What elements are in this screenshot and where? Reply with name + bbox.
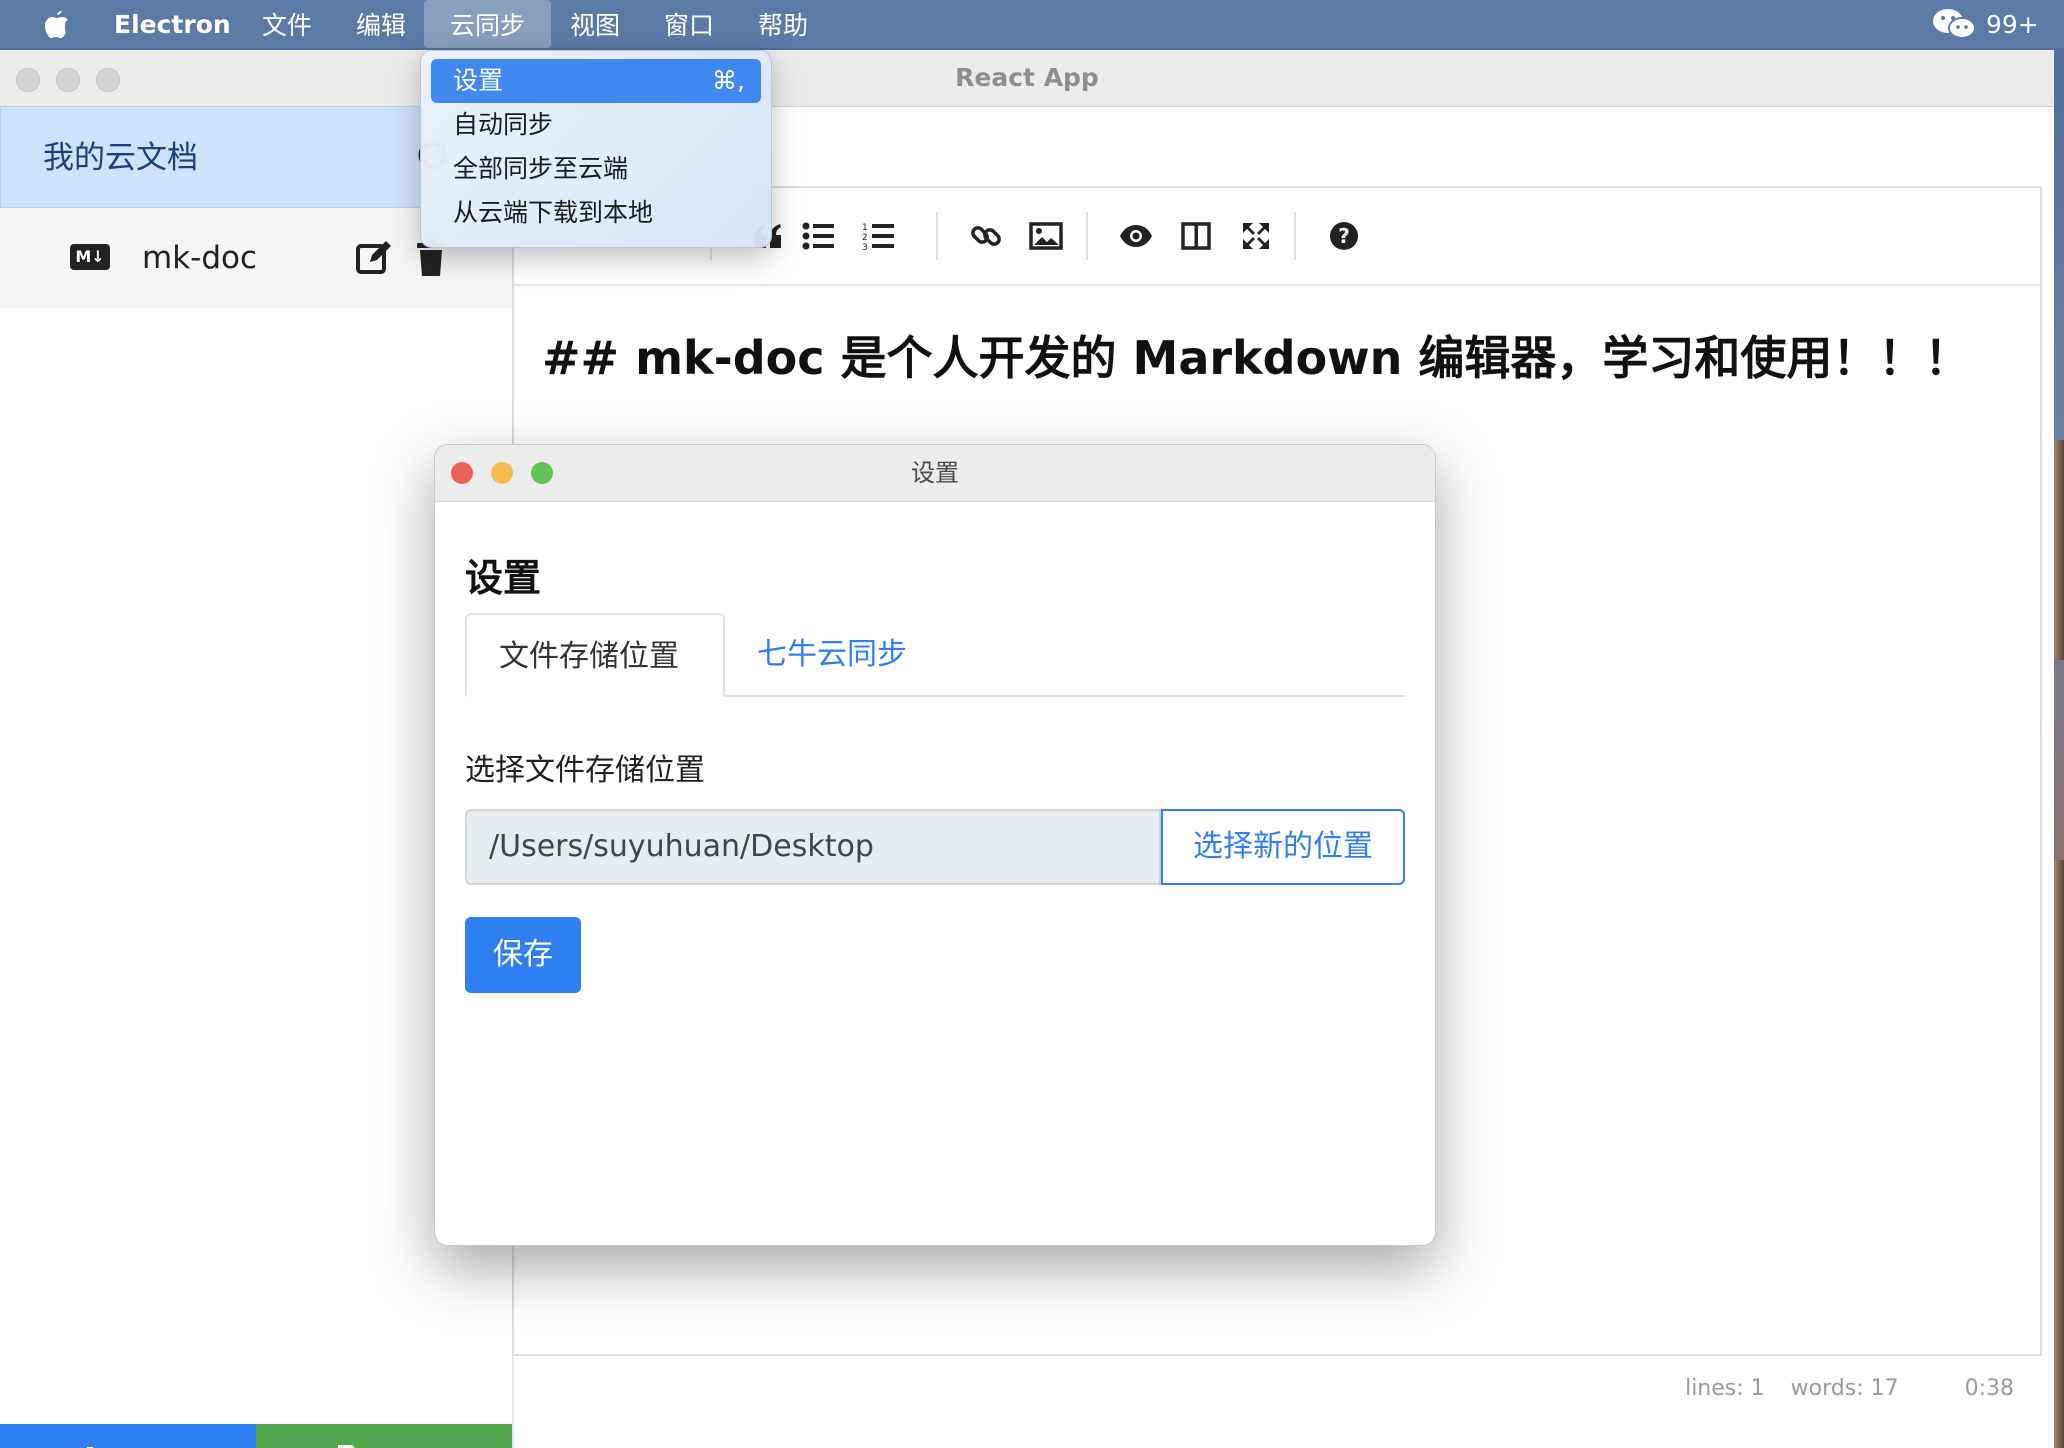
status-words: words: 17 (1790, 1376, 1899, 1401)
menu-bar: Electron 文件 编辑 云同步 视图 窗口 帮助 99+ (0, 0, 2064, 48)
storage-path-input[interactable]: /Users/suyuhuan/Desktop (465, 809, 1161, 885)
import-button[interactable]: 导入 (256, 1424, 512, 1448)
wechat-icon[interactable] (1932, 0, 1976, 48)
fullscreen-icon[interactable] (1234, 214, 1278, 258)
settings-dialog: 设置 设置 文件存储位置 七牛云同步 选择文件存储位置 /Users/suyuh… (434, 444, 1436, 1246)
menu-item-label: 设置 (453, 66, 504, 95)
window-title: React App (955, 63, 1099, 92)
menu-item-auto-sync[interactable]: 自动同步 (431, 103, 761, 147)
menu-window[interactable]: 窗口 (664, 0, 714, 48)
ordered-list-icon[interactable]: 123 (856, 214, 900, 258)
menu-app-name[interactable]: Electron (114, 0, 231, 48)
image-icon[interactable] (1024, 214, 1068, 258)
menu-shortcut: ⌘, (712, 66, 745, 95)
edit-icon[interactable] (354, 238, 394, 278)
toolbar-separator (1086, 212, 1088, 260)
svg-text:1: 1 (862, 223, 868, 233)
status-time: 0:38 (1964, 1376, 2014, 1401)
svg-text:?: ? (1338, 224, 1350, 248)
toolbar-separator (1294, 212, 1296, 260)
editor-statusbar: lines: 1 words: 17 0:38 (1685, 1376, 2014, 1401)
settings-tabs: 文件存储位置 七牛云同步 (465, 613, 1405, 697)
help-icon[interactable]: ? (1322, 214, 1366, 258)
toolbar-separator (936, 212, 938, 260)
cloud-sync-dropdown: 设置 ⌘, 自动同步 全部同步至云端 从云端下载到本地 (420, 50, 772, 248)
choose-location-button[interactable]: 选择新的位置 (1161, 809, 1405, 885)
menu-item-settings[interactable]: 设置 ⌘, (431, 59, 761, 103)
dialog-window-title: 设置 (911, 459, 959, 487)
notification-badge[interactable]: 99+ (1986, 0, 2039, 48)
menu-file[interactable]: 文件 (262, 0, 312, 48)
dialog-heading: 设置 (465, 556, 542, 600)
tab-qiniu-sync[interactable]: 七牛云同步 (725, 613, 939, 697)
editor-content[interactable]: ## mk-doc 是个人开发的 Markdown 编辑器，学习和使用！！！ (542, 322, 1970, 388)
unordered-list-icon[interactable] (796, 214, 840, 258)
new-file-button[interactable]: 新建 (0, 1424, 256, 1448)
save-button[interactable]: 保存 (465, 917, 581, 993)
dialog-titlebar: 设置 (435, 445, 1435, 502)
menu-cloud-sync[interactable]: 云同步 (424, 0, 552, 48)
svg-text:2: 2 (862, 233, 868, 243)
preview-icon[interactable] (1114, 214, 1158, 258)
menu-item-download[interactable]: 从云端下载到本地 (431, 191, 761, 235)
menu-help[interactable]: 帮助 (758, 0, 808, 48)
file-name[interactable]: mk-doc (142, 208, 257, 308)
tab-file-location[interactable]: 文件存储位置 (465, 613, 725, 697)
menu-view[interactable]: 视图 (570, 0, 620, 48)
import-label: 导入 (376, 1442, 438, 1448)
status-lines: lines: 1 (1685, 1376, 1765, 1401)
svg-text:3: 3 (862, 243, 868, 251)
main-titlebar: React App (0, 50, 2054, 107)
sidebar-title: 我的云文档 (43, 140, 198, 176)
file-import-icon (330, 1443, 362, 1448)
link-icon[interactable] (964, 214, 1008, 258)
side-by-side-icon[interactable] (1174, 214, 1218, 258)
field-label: 选择文件存储位置 (465, 753, 705, 788)
menu-item-sync-all[interactable]: 全部同步至云端 (431, 147, 761, 191)
apple-icon[interactable] (44, 0, 70, 48)
menu-edit[interactable]: 编辑 (356, 0, 406, 48)
new-file-label: 新建 (119, 1442, 181, 1448)
markdown-icon: M↓ (70, 244, 110, 270)
